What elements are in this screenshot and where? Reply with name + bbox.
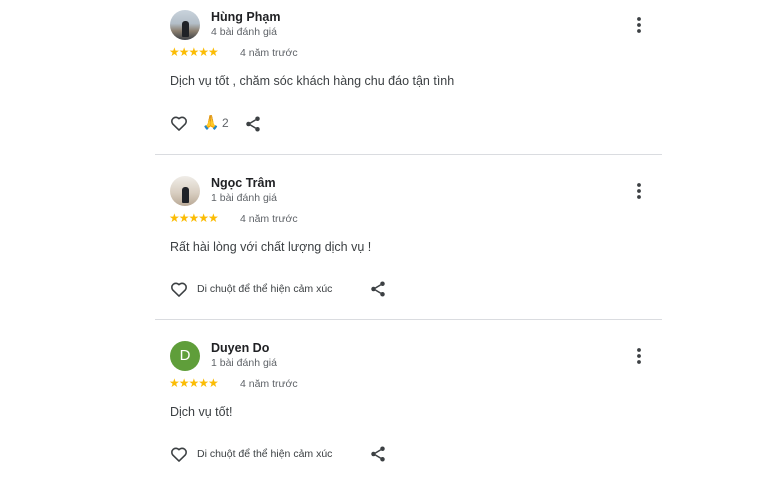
review-text: Dịch vụ tốt , chăm sóc khách hàng chu đá…	[170, 74, 455, 88]
avatar-photo-figure	[182, 187, 189, 203]
review-card: D Duyen Do 1 bài đánh giá ★★★★★ 4 năm tr…	[0, 331, 760, 496]
review-card: Ngọc Trâm 1 bài đánh giá ★★★★★ 4 năm trư…	[0, 166, 760, 331]
reviewer-review-count[interactable]: 1 bài đánh giá	[211, 192, 277, 204]
review-divider	[155, 154, 662, 155]
reviewer-avatar[interactable]: D	[170, 341, 200, 371]
reviewer-name[interactable]: Hùng Phạm	[211, 10, 280, 24]
share-icon[interactable]	[369, 445, 387, 463]
heart-outline-icon[interactable]	[169, 279, 189, 299]
reviewer-review-count[interactable]: 4 bài đánh giá	[211, 26, 277, 38]
share-icon[interactable]	[244, 115, 262, 133]
review-time: 4 năm trước	[240, 213, 298, 225]
reaction-count: 2	[222, 116, 229, 130]
heart-outline-icon[interactable]	[169, 444, 189, 464]
reaction-hint: Di chuột để thể hiện cảm xúc	[197, 283, 333, 295]
reviewer-review-count[interactable]: 1 bài đánh giá	[211, 357, 277, 369]
folded-hands-emoji[interactable]: 🙏	[202, 114, 219, 130]
star-rating: ★★★★★	[169, 376, 219, 390]
review-card: Hùng Phạm 4 bài đánh giá ★★★★★ 4 năm trư…	[0, 0, 760, 165]
avatar-photo-figure	[182, 21, 189, 37]
review-time: 4 năm trước	[240, 378, 298, 390]
reaction-hint: Di chuột để thể hiện cảm xúc	[197, 448, 333, 460]
more-options-icon[interactable]	[631, 181, 647, 201]
review-text: Dịch vụ tốt!	[170, 405, 233, 419]
reviewer-avatar[interactable]	[170, 176, 200, 206]
star-rating: ★★★★★	[169, 45, 219, 59]
reviewer-avatar[interactable]	[170, 10, 200, 40]
review-divider	[155, 319, 662, 320]
more-options-icon[interactable]	[631, 346, 647, 366]
star-rating: ★★★★★	[169, 211, 219, 225]
reviewer-name[interactable]: Duyen Do	[211, 341, 269, 355]
reviewer-name[interactable]: Ngọc Trâm	[211, 176, 276, 190]
heart-outline-icon[interactable]	[169, 113, 189, 133]
review-text: Rất hài lòng với chất lượng dịch vụ !	[170, 240, 372, 254]
share-icon[interactable]	[369, 280, 387, 298]
more-options-icon[interactable]	[631, 15, 647, 35]
review-time: 4 năm trước	[240, 47, 298, 59]
